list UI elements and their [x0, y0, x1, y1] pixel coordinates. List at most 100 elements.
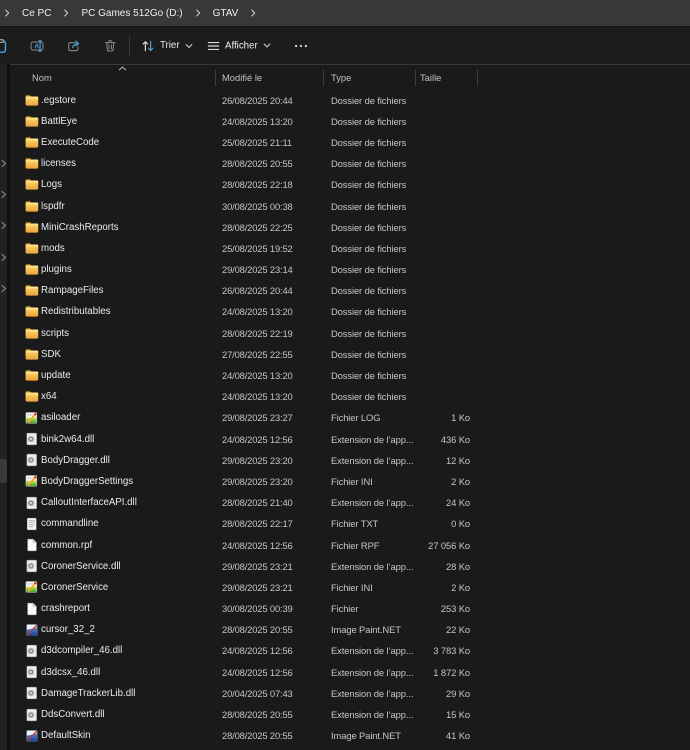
file-name[interactable]: x64 [41, 386, 57, 407]
table-row[interactable]: update24/08/2025 13:20Dossier de fichier… [10, 365, 690, 386]
dll-file-icon [25, 559, 39, 573]
navigation-pane-edge [0, 64, 7, 750]
file-name[interactable]: commandline [41, 513, 99, 534]
delete-button[interactable] [101, 38, 119, 53]
file-modified-date: 24/08/2025 13:20 [222, 111, 293, 132]
file-name[interactable]: asiloader [41, 407, 80, 428]
file-name[interactable]: BodyDraggerSettings [41, 471, 133, 492]
file-name[interactable]: ExecuteCode [41, 132, 99, 153]
folder-icon [25, 284, 39, 297]
sort-ascending-caret-icon [118, 66, 127, 71]
file-size: 12 Ko [395, 450, 470, 471]
file-name[interactable]: Logs [41, 174, 62, 195]
file-name[interactable]: d3dcompiler_46.dll [41, 640, 122, 661]
file-size [395, 259, 470, 280]
file-name[interactable]: BattlEye [41, 111, 77, 132]
file-modified-date: 26/08/2025 20:44 [222, 90, 293, 111]
file-name[interactable]: SDK [41, 344, 61, 365]
file-name[interactable]: CoronerService [41, 577, 108, 598]
folder-icon [25, 242, 39, 255]
file-size [395, 132, 470, 153]
table-row[interactable]: d3dcsx_46.dll24/08/2025 12:56Extension d… [10, 662, 690, 683]
file-size [395, 90, 470, 111]
table-row[interactable]: MiniCrashReports28/08/2025 22:25Dossier … [10, 217, 690, 238]
table-row[interactable]: common.rpf24/08/2025 12:56Fichier RPF27 … [10, 534, 690, 555]
dll-file-icon [25, 496, 39, 510]
file-name[interactable]: RampageFiles [41, 280, 103, 301]
file-name[interactable]: update [41, 365, 71, 386]
file-name[interactable]: plugins [41, 259, 72, 280]
table-row[interactable]: DefaultSkin28/08/2025 20:55Image Paint.N… [10, 725, 690, 746]
file-name[interactable]: common.rpf [41, 534, 92, 555]
rename-button[interactable]: A [28, 38, 46, 53]
table-row[interactable]: DdsConvert.dll28/08/2025 20:55Extension … [10, 704, 690, 725]
table-row[interactable]: d3dcompiler_46.dll24/08/2025 12:56Extens… [10, 640, 690, 661]
table-row[interactable]: crashreport30/08/2025 00:39Fichier253 Ko [10, 598, 690, 619]
column-separator[interactable] [215, 69, 216, 86]
file-name[interactable]: CoronerService.dll [41, 556, 121, 577]
file-name[interactable]: mods [41, 238, 65, 259]
file-name[interactable]: licenses [41, 153, 76, 174]
breadcrumb-item-drive[interactable]: PC Games 512Go (D:) [74, 6, 189, 21]
table-row[interactable]: RampageFiles26/08/2025 20:44Dossier de f… [10, 280, 690, 301]
table-row[interactable]: scripts28/08/2025 22:19Dossier de fichie… [10, 323, 690, 344]
column-header-name[interactable]: Nom [32, 65, 52, 89]
table-row[interactable]: Redistributables24/08/2025 13:20Dossier … [10, 301, 690, 322]
chevron-right-icon[interactable] [245, 9, 261, 17]
table-row[interactable]: CalloutInterfaceAPI.dll28/08/2025 21:40E… [10, 492, 690, 513]
file-name[interactable]: .egstore [41, 90, 76, 111]
file-name[interactable]: cursor_32_2 [41, 619, 95, 640]
table-row[interactable]: Logs28/08/2025 22:18Dossier de fichiers [10, 174, 690, 195]
table-row[interactable]: lspdfr30/08/2025 00:38Dossier de fichier… [10, 195, 690, 216]
table-row[interactable]: ExecuteCode25/08/2025 21:11Dossier de fi… [10, 132, 690, 153]
file-name[interactable]: Redistributables [41, 301, 110, 322]
sort-button[interactable]: Trier [141, 39, 193, 53]
file-name[interactable]: DefaultSkin [41, 725, 91, 746]
table-row[interactable]: licenses28/08/2025 20:55Dossier de fichi… [10, 153, 690, 174]
breadcrumb-item-ce-pc[interactable]: Ce PC [15, 6, 58, 21]
table-row[interactable]: x6424/08/2025 13:20Dossier de fichiers [10, 386, 690, 407]
table-row[interactable]: .egstore26/08/2025 20:44Dossier de fichi… [10, 90, 690, 111]
view-button[interactable]: Afficher [207, 39, 271, 52]
table-row[interactable]: bink2w64.dll24/08/2025 12:56Extension de… [10, 429, 690, 450]
table-row[interactable]: CoronerService29/08/2025 23:21Fichier IN… [10, 577, 690, 598]
column-header-type[interactable]: Type [331, 65, 351, 89]
file-name[interactable]: bink2w64.dll [41, 429, 94, 450]
table-row[interactable]: plugins29/08/2025 23:14Dossier de fichie… [10, 259, 690, 280]
table-row[interactable]: asiloader29/08/2025 23:27Fichier LOG1 Ko [10, 407, 690, 428]
file-name[interactable]: CalloutInterfaceAPI.dll [41, 492, 137, 513]
table-row[interactable]: BodyDraggerSettings29/08/2025 23:20Fichi… [10, 471, 690, 492]
table-row[interactable]: mods25/08/2025 19:52Dossier de fichiers [10, 238, 690, 259]
breadcrumb-item-gtav[interactable]: GTAV [206, 6, 246, 21]
column-separator[interactable] [415, 69, 416, 86]
file-size [395, 217, 470, 238]
file-size: 253 Ko [395, 598, 470, 619]
file-name[interactable]: DamageTrackerLib.dll [41, 683, 135, 704]
file-name[interactable]: scripts [41, 323, 69, 344]
column-header-modified[interactable]: Modifié le [222, 65, 262, 89]
share-button[interactable] [65, 38, 83, 53]
table-row[interactable]: SDK27/08/2025 22:55Dossier de fichiers [10, 344, 690, 365]
folder-icon [25, 327, 39, 340]
file-name[interactable]: MiniCrashReports [41, 217, 119, 238]
column-header-size[interactable]: Taille [420, 65, 441, 89]
table-row[interactable]: cursor_32_228/08/2025 20:55Image Paint.N… [10, 619, 690, 640]
table-row[interactable]: DamageTrackerLib.dll20/04/2025 07:43Exte… [10, 683, 690, 704]
column-separator[interactable] [323, 69, 324, 86]
file-name[interactable]: crashreport [41, 598, 90, 619]
paste-button[interactable] [0, 38, 8, 53]
file-name[interactable]: BodyDragger.dll [41, 450, 110, 471]
file-icon [25, 538, 39, 552]
file-name[interactable]: lspdfr [41, 195, 65, 216]
table-row[interactable]: CoronerService.dll29/08/2025 23:21Extens… [10, 556, 690, 577]
file-name[interactable]: d3dcsx_46.dll [41, 662, 100, 683]
more-options-button[interactable] [290, 39, 312, 53]
table-row[interactable]: commandline28/08/2025 22:17Fichier TXT0 … [10, 513, 690, 534]
table-row[interactable]: BattlEye24/08/2025 13:20Dossier de fichi… [10, 111, 690, 132]
file-list-pane: Nom Modifié le Type Taille .egstore 26/08… [0, 64, 690, 750]
file-type: Fichier INI [331, 577, 373, 598]
file-name[interactable]: DdsConvert.dll [41, 704, 105, 725]
table-row[interactable]: BodyDragger.dll29/08/2025 23:20Extension… [10, 450, 690, 471]
column-separator[interactable] [477, 69, 478, 86]
nav-scrollbar-thumb[interactable] [0, 459, 7, 483]
